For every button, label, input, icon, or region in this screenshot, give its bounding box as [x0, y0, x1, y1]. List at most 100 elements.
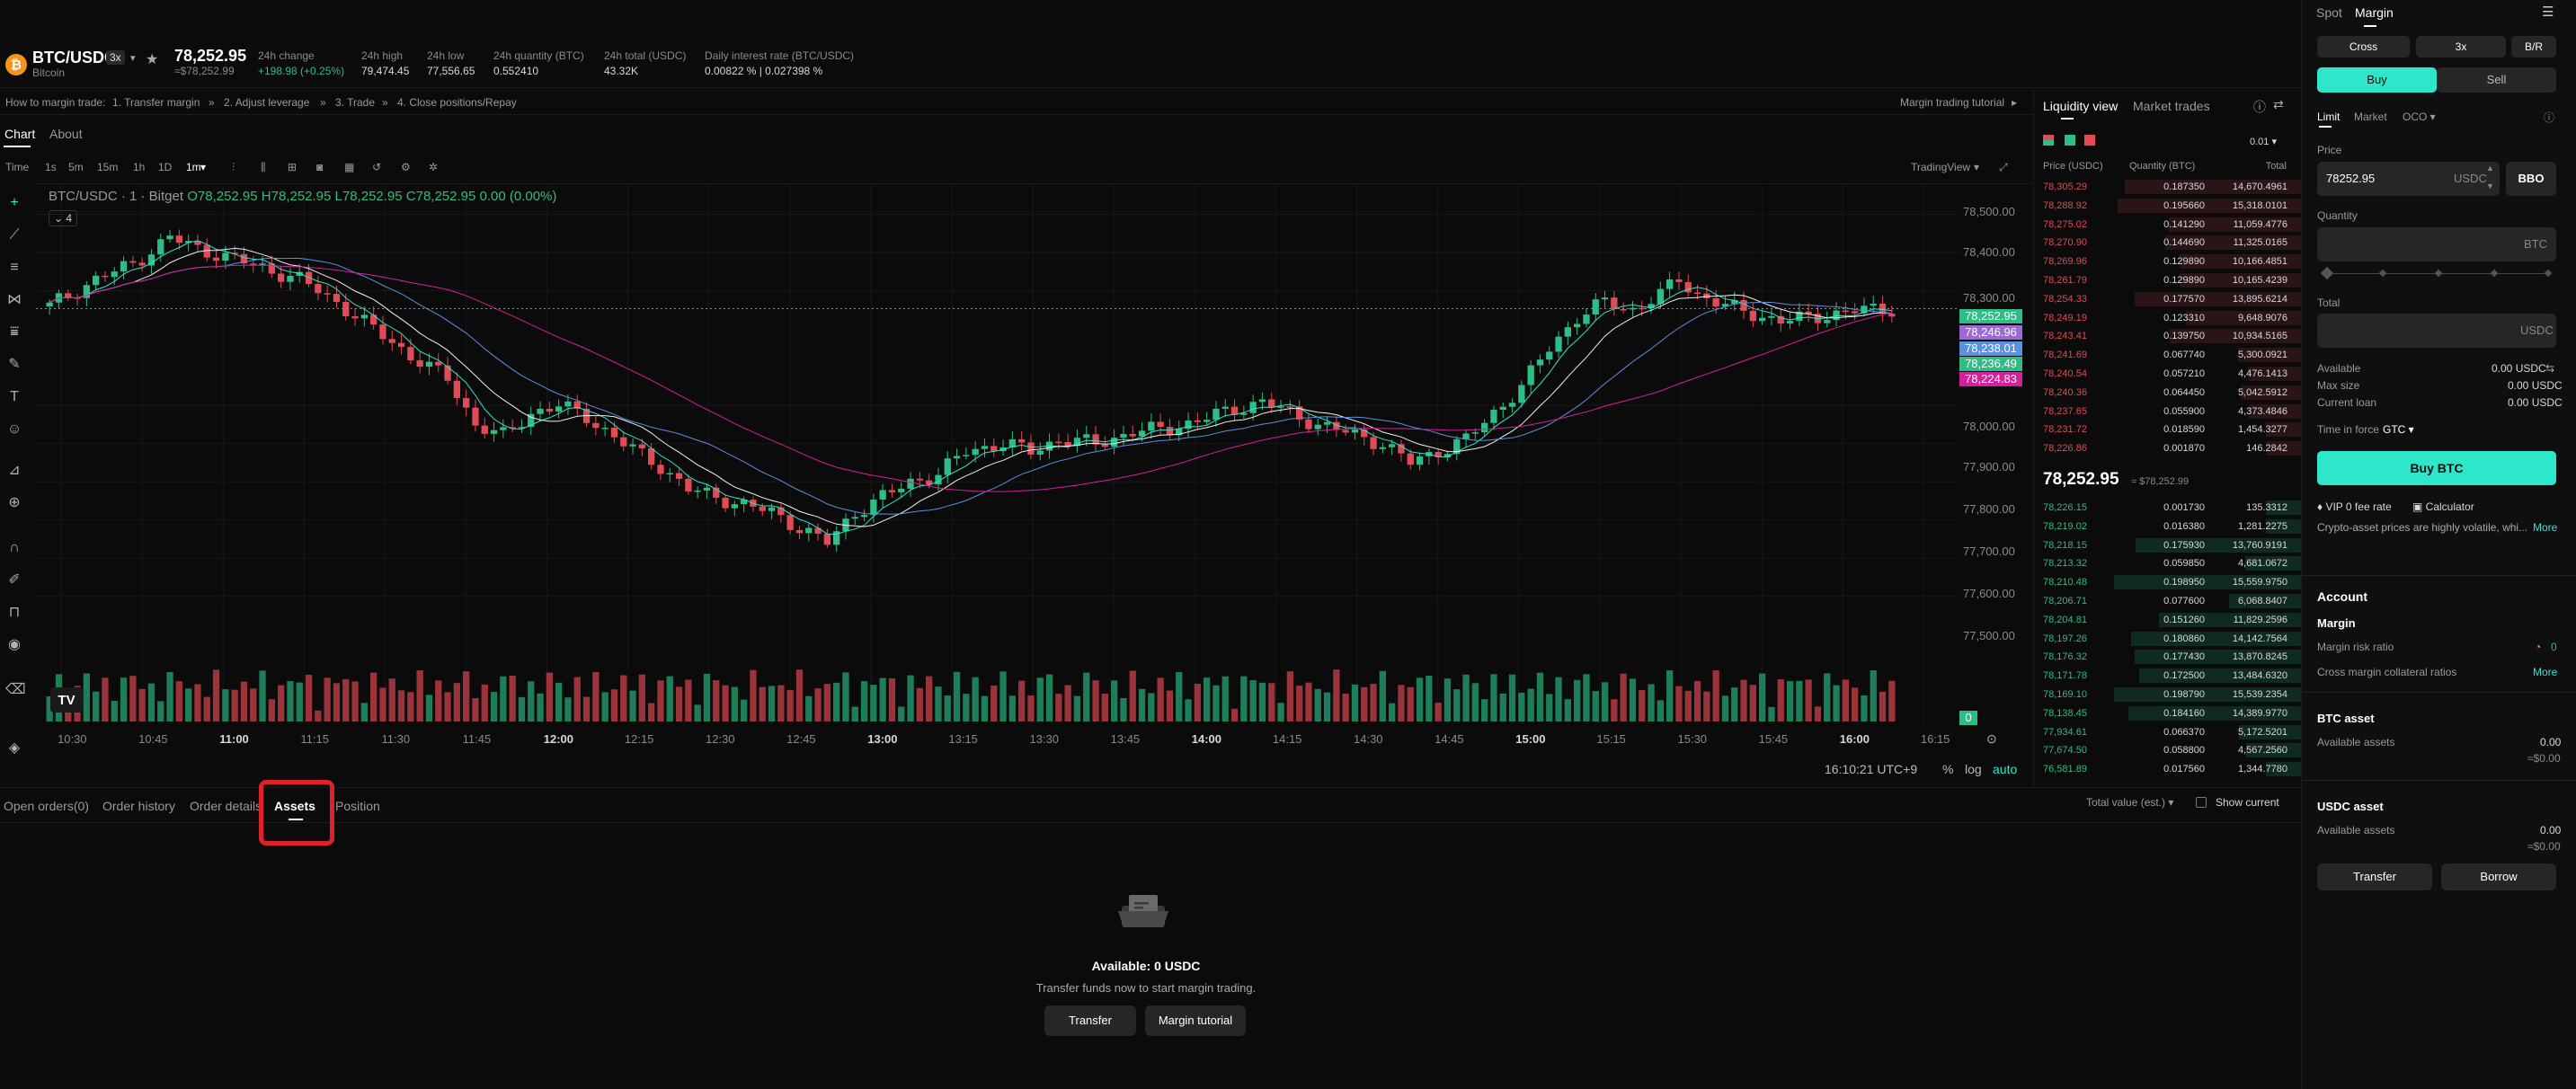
- sell-tab[interactable]: Sell: [2437, 67, 2556, 93]
- bid-row[interactable]: 78,213.32 0.059850 4,681.0672: [2034, 554, 2302, 572]
- stepper-down-icon[interactable]: ▼: [2486, 182, 2494, 190]
- bid-row[interactable]: 78,204.81 0.151260 11,829.2596: [2034, 611, 2302, 629]
- buy-btc-button[interactable]: Buy BTC: [2317, 451, 2556, 485]
- scale-percent[interactable]: %: [1942, 762, 1953, 776]
- transfer-icon[interactable]: ⇆: [2545, 362, 2554, 375]
- margin-mode-cross[interactable]: Cross: [2317, 36, 2410, 58]
- price-input-value[interactable]: 78252.95: [2326, 172, 2375, 185]
- tutorial-link[interactable]: Margin trading tutorial: [1900, 96, 2004, 109]
- bid-row[interactable]: 78,210.48 0.198950 15,559.9750: [2034, 573, 2302, 591]
- goto-realtime-icon[interactable]: ⊙: [1986, 731, 1997, 747]
- bid-row[interactable]: 78,226.15 0.001730 135.3312: [2034, 499, 2302, 517]
- price-chart[interactable]: [36, 183, 2033, 780]
- tab-position[interactable]: Position: [335, 799, 380, 813]
- bid-row[interactable]: 78,171.78 0.172500 13,484.6320: [2034, 667, 2302, 685]
- ask-row[interactable]: 78,237.65 0.055900 4,373.4846: [2034, 403, 2302, 421]
- undo-icon[interactable]: ↺: [372, 161, 381, 173]
- interval-1m[interactable]: 1m: [186, 161, 201, 173]
- pattern-icon[interactable]: ⋈: [5, 291, 23, 309]
- gear-icon[interactable]: ✲: [429, 161, 438, 173]
- ask-row[interactable]: 78,305.29 0.187350 14,670.4961: [2034, 178, 2302, 196]
- ask-row[interactable]: 78,254.33 0.177570 13,895.6214: [2034, 290, 2302, 308]
- info-icon[interactable]: ⓘ: [2544, 110, 2554, 125]
- tab-open-orders[interactable]: Open orders(0): [4, 799, 89, 813]
- tab-order-details[interactable]: Order details: [190, 799, 262, 813]
- chart-canvas[interactable]: [36, 184, 1959, 723]
- ask-row[interactable]: 78,249.19 0.123310 9,648.9076: [2034, 309, 2302, 327]
- hlines-icon[interactable]: ≡: [5, 259, 23, 277]
- stepper-up-icon[interactable]: ▲: [2486, 164, 2494, 173]
- magnet-icon[interactable]: ∩: [5, 539, 23, 557]
- bid-row[interactable]: 77,934.61 0.066370 5,172.5201: [2034, 723, 2302, 741]
- bid-row[interactable]: 76,581.89 0.017560 1,344.7780: [2034, 760, 2302, 778]
- provider-select[interactable]: TradingView: [1911, 161, 1970, 173]
- bid-row[interactable]: 78,169.10 0.198790 15,539.2354: [2034, 686, 2302, 704]
- warning-more-link[interactable]: More: [2533, 521, 2557, 534]
- tab-market-trades[interactable]: Market trades: [2133, 99, 2210, 113]
- ask-row[interactable]: 78,275.02 0.141290 11,059.4776: [2034, 216, 2302, 234]
- tutorial-step[interactable]: 2. Adjust leverage: [224, 96, 309, 109]
- interval-time[interactable]: Time: [5, 161, 29, 173]
- emoji-icon[interactable]: ☺: [5, 421, 23, 438]
- collateral-more-link[interactable]: More: [2533, 666, 2557, 678]
- info-icon[interactable]: ⓘ: [2253, 98, 2266, 116]
- borrow-button[interactable]: Borrow: [2441, 863, 2556, 890]
- interval-15m[interactable]: 15m: [97, 161, 118, 173]
- lock-draw-icon[interactable]: ✐: [5, 571, 23, 589]
- tab-liquidity-view[interactable]: Liquidity view: [2043, 99, 2118, 113]
- tutorial-step[interactable]: 4. Close positions/Repay: [397, 96, 517, 109]
- ask-row[interactable]: 78,231.72 0.018590 1,454.3277: [2034, 421, 2302, 438]
- bid-row[interactable]: 78,197.26 0.180860 14,142.7564: [2034, 630, 2302, 648]
- tab-about[interactable]: About: [49, 127, 83, 141]
- fullscreen-icon[interactable]: ⤢: [1999, 161, 2008, 174]
- buy-tab[interactable]: Buy: [2317, 67, 2437, 93]
- margin-tutorial-button[interactable]: Margin tutorial: [1145, 1005, 1246, 1036]
- scale-auto[interactable]: auto: [1993, 762, 2017, 776]
- fib-icon[interactable]: ⩸: [5, 323, 23, 341]
- bid-row[interactable]: 78,176.32 0.177430 13,870.8245: [2034, 648, 2302, 666]
- ruler-icon[interactable]: ⊿: [5, 462, 23, 480]
- account-transfer-button[interactable]: Transfer: [2317, 863, 2432, 890]
- order-type-limit[interactable]: Limit: [2317, 111, 2340, 123]
- quantity-input[interactable]: [2317, 227, 2556, 261]
- bbo-button[interactable]: BBO: [2506, 162, 2556, 196]
- tif-select[interactable]: GTC ▾: [2383, 423, 2414, 436]
- bid-row[interactable]: 78,138.45 0.184160 14,389.9770: [2034, 704, 2302, 722]
- tab-chart[interactable]: Chart: [4, 127, 35, 141]
- show-current-checkbox[interactable]: [2196, 797, 2207, 808]
- bars-icon[interactable]: ⫼: [261, 161, 266, 174]
- menu-icon[interactable]: ☰: [2542, 4, 2554, 20]
- eye-icon[interactable]: ◉: [5, 636, 23, 654]
- bid-row[interactable]: 78,206.71 0.077600 6,068.8407: [2034, 592, 2302, 610]
- chevron-down-icon[interactable]: ▾: [200, 161, 206, 173]
- trendline-icon[interactable]: ⟋: [5, 226, 23, 244]
- ask-row[interactable]: 78,261.79 0.129890 10,165.4239: [2034, 271, 2302, 289]
- ask-row[interactable]: 78,240.36 0.064450 5,042.5912: [2034, 384, 2302, 402]
- order-type-oco[interactable]: OCO ▾: [2403, 111, 2436, 123]
- brush-icon[interactable]: ✎: [5, 356, 23, 374]
- trash-icon[interactable]: ⌫: [5, 681, 26, 699]
- interval-1h[interactable]: 1h: [133, 161, 145, 173]
- tab-order-history[interactable]: Order history: [102, 799, 175, 813]
- view-asks-icon[interactable]: [2084, 135, 2095, 146]
- view-both-icon[interactable]: [2043, 135, 2054, 146]
- chevron-down-icon[interactable]: ▾: [1974, 161, 1979, 173]
- tutorial-step[interactable]: 3. Trade: [335, 96, 375, 109]
- transfer-button[interactable]: Transfer: [1044, 1005, 1136, 1036]
- ask-row[interactable]: 78,288.92 0.195660 15,318.0101: [2034, 197, 2302, 215]
- ask-row[interactable]: 78,243.41 0.139750 10,934.5165: [2034, 327, 2302, 345]
- interval-1d[interactable]: 1D: [158, 161, 172, 173]
- bid-row[interactable]: 78,219.02 0.016380 1,281.2275: [2034, 518, 2302, 536]
- layers-icon[interactable]: ◈: [5, 739, 23, 757]
- ask-row[interactable]: 78,226.86 0.001870 146.2842: [2034, 439, 2302, 457]
- settings-icon[interactable]: ⚙: [401, 161, 411, 173]
- leverage-select[interactable]: 3x: [2416, 36, 2506, 58]
- calendar-icon[interactable]: ▦: [344, 161, 354, 173]
- text-icon[interactable]: T: [5, 388, 23, 406]
- interval-5m[interactable]: 5m: [68, 161, 84, 173]
- chevron-down-icon[interactable]: ▾: [130, 52, 136, 64]
- bid-row[interactable]: 78,218.15 0.175930 13,760.9191: [2034, 536, 2302, 554]
- ask-row[interactable]: 78,240.54 0.057210 4,476.1413: [2034, 365, 2302, 383]
- tick-size-select[interactable]: 0.01 ▾: [2250, 136, 2277, 147]
- tutorial-step[interactable]: 1. Transfer margin: [112, 96, 200, 109]
